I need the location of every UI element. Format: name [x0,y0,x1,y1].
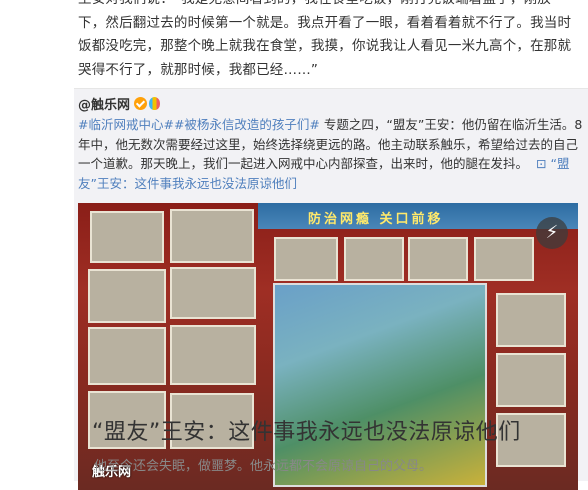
colored-balloon-icon [149,97,161,110]
wall-photo [88,269,166,323]
hashtag[interactable]: #被杨永信改造的孩子们# [174,117,320,132]
hashtag[interactable]: #临沂网戒中心# [78,117,174,132]
repost-card: @触乐网 #临沂网戒中心##被杨永信改造的孩子们# 专题之四，“盟友”王安：他仍… [74,88,588,490]
wall-photo [274,237,338,281]
board-title: 防治网瘾 关口前移 [308,212,444,227]
wall-photo [170,209,254,263]
wall-photo [496,293,566,347]
gif-play-icon[interactable]: ⚡ [536,217,568,249]
wall-photo [170,325,256,385]
wall-photo [496,353,566,407]
repost-body: #临沂网戒中心##被杨永信改造的孩子们# 专题之四，“盟友”王安：他仍留在临沂生… [78,115,584,193]
verified-badge-icon [134,97,148,110]
author-name[interactable]: @触乐网 [78,94,130,113]
article-card-subtitle: 他至今还会失眠，做噩梦。他永远都不会原谅自己的父母。 [94,459,433,474]
article-image[interactable]: 防治网瘾 关口前移 ⚡ 触乐网 [78,203,578,490]
wall-photo [474,237,534,281]
wall-photo [170,267,256,319]
wall-photo [408,237,468,281]
wall-photo [88,327,166,385]
repost-author-row: @触乐网 [78,94,161,113]
post-paragraph: 王安对我们说：“我是无意间看到的，我在食堂吃饭，刚打完饭端着盘子，刚放下，然后翻… [78,0,572,78]
wall-photo [344,237,404,281]
wall-photo [90,211,164,263]
link-icon[interactable]: ⊡ [536,156,546,171]
article-card-title[interactable]: “盟友”王安：这件事我永远也没法原谅他们 [92,414,521,446]
